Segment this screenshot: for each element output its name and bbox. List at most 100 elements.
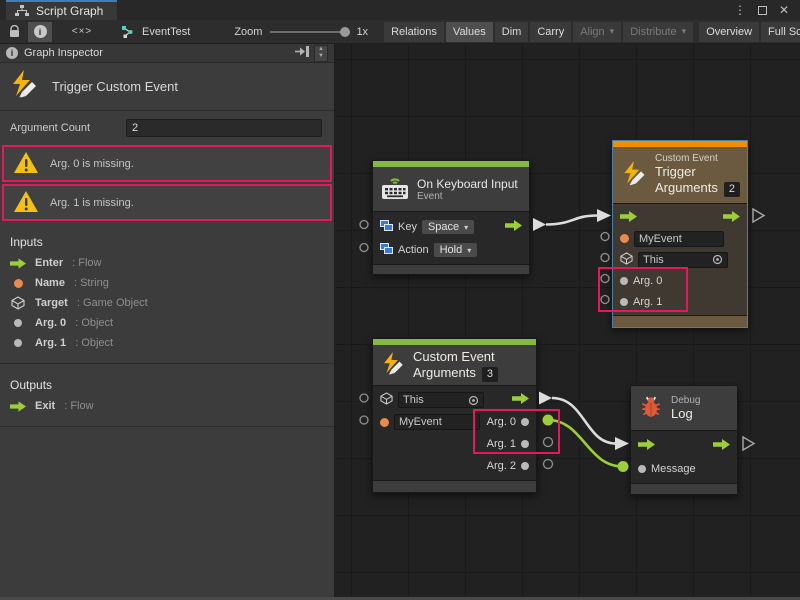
maximize-icon[interactable] (754, 2, 770, 18)
target-picker-icon[interactable] (468, 395, 479, 406)
gameobject-cube-icon (10, 296, 26, 310)
tab-label: Script Graph (36, 4, 103, 18)
warning-text: Arg. 0 is missing. (50, 158, 134, 170)
key-dropdown[interactable]: Space (422, 220, 474, 234)
graph-breadcrumb[interactable]: EventTest (120, 25, 190, 38)
message-input-port[interactable] (638, 465, 646, 473)
action-label: Action (398, 244, 429, 256)
trigger-output-port[interactable] (512, 393, 529, 407)
argument-count-input[interactable] (126, 119, 322, 137)
lock-icon[interactable] (2, 22, 26, 42)
graph-canvas[interactable]: On Keyboard Input Event Key Space (335, 44, 800, 597)
warning-triangle-icon (13, 190, 39, 216)
node-title: Log (671, 406, 700, 422)
graph-name-label: EventTest (142, 26, 190, 38)
window-menu-icon[interactable]: ⋮ (732, 2, 748, 18)
node-on-keyboard-input[interactable]: On Keyboard Input Event Key Space (372, 160, 530, 275)
kb-action-port[interactable] (360, 244, 368, 252)
flow-hint-triangle (753, 209, 764, 222)
event-name-field[interactable]: MyEvent (394, 414, 480, 430)
message-row: Message (631, 457, 737, 480)
string-port-icon[interactable] (620, 234, 629, 243)
key-row: Key Space (373, 215, 529, 238)
node-footer (613, 315, 747, 327)
trig-name-port[interactable] (601, 233, 609, 241)
zoom-slider-handle[interactable] (340, 27, 350, 37)
target-field[interactable]: This (398, 392, 484, 408)
gameobject-cube-icon[interactable] (380, 392, 393, 408)
target-row: This (373, 389, 536, 411)
warning-text: Arg. 1 is missing. (50, 197, 134, 209)
node-title: Trigger (655, 164, 740, 180)
dim-button[interactable]: Dim (495, 22, 529, 42)
lis-name-port[interactable] (360, 416, 368, 424)
wire-end-dot[interactable] (618, 461, 629, 472)
flow-wire-listener-to-debug[interactable] (552, 398, 616, 444)
node-category: Custom Event (655, 153, 740, 164)
code-preview-button[interactable]: <×> (70, 22, 94, 42)
values-button[interactable]: Values (446, 22, 493, 42)
target-picker-icon[interactable] (712, 254, 723, 265)
titlebar: Script Graph ⋮ ✕ (0, 0, 800, 20)
distribute-dropdown[interactable]: Distribute (623, 22, 693, 42)
graph-toolbar: i <×> EventTest Zoom 1x Relations Values… (0, 20, 800, 44)
carry-button[interactable]: Carry (530, 22, 571, 42)
inspector-spinner[interactable]: ▲▼ (314, 45, 328, 62)
window-controls: ⋮ ✕ (732, 0, 800, 20)
enter-input-port[interactable] (620, 211, 637, 225)
zoom-slider[interactable] (270, 31, 348, 33)
exit-output-port[interactable] (723, 211, 740, 225)
toolbar-left-group: i <×> (0, 22, 94, 42)
trigger-output-port[interactable] (505, 220, 522, 234)
wire-start-arrow (533, 218, 546, 231)
overview-button[interactable]: Overview (699, 22, 759, 42)
input-enter: EnterFlow (0, 253, 334, 273)
message-label: Message (651, 463, 696, 475)
lis-target-port[interactable] (360, 394, 368, 402)
wire-end-arrow (615, 437, 629, 450)
custom-event-bolt-pencil-icon (8, 69, 40, 104)
event-name-field[interactable]: MyEvent (634, 231, 724, 247)
arg2-output-port[interactable] (521, 462, 529, 470)
bug-icon (638, 394, 664, 423)
wire-end-arrow (597, 209, 611, 222)
arguments-count-badge: 3 (482, 367, 498, 382)
output-exit: ExitFlow (0, 396, 334, 416)
outputs-heading: Outputs (0, 364, 334, 396)
inspector-toggle-button[interactable]: i (28, 22, 52, 42)
gameobject-cube-icon[interactable] (620, 252, 633, 268)
unit-header: Trigger Custom Event (0, 63, 334, 111)
exit-output-port[interactable] (713, 439, 730, 453)
node-header: Custom Event Arguments3 (373, 345, 536, 385)
enter-input-port[interactable] (638, 439, 655, 453)
warning-arg0-missing: Arg. 0 is missing. (2, 145, 332, 182)
warning-triangle-icon (13, 151, 39, 177)
target-field[interactable]: This (638, 252, 728, 268)
flow-wire-keyboard-to-trigger[interactable] (546, 216, 597, 225)
action-dropdown[interactable]: Hold (434, 243, 478, 257)
relations-button[interactable]: Relations (384, 22, 444, 42)
dock-icon[interactable] (295, 46, 310, 60)
arg2-label: Arg. 2 (487, 460, 516, 472)
node-debug-log[interactable]: Debug Log Message (630, 385, 738, 495)
action-row: Action Hold (373, 238, 529, 261)
kb-key-port[interactable] (360, 221, 368, 229)
argument-count-label: Argument Count (10, 122, 126, 134)
lis-arg2-outer-port[interactable] (544, 460, 553, 469)
arg2-row: Arg. 2 (373, 455, 536, 477)
string-port-icon[interactable] (380, 418, 389, 427)
inputs-heading: Inputs (0, 221, 334, 253)
close-icon[interactable]: ✕ (776, 2, 792, 18)
align-dropdown[interactable]: Align (573, 22, 621, 42)
full-screen-button[interactable]: Full Screen (761, 22, 800, 42)
wire-start-arrow (539, 392, 552, 405)
toolbar-right-group: Relations Values Dim Carry Align Distrib… (382, 22, 800, 42)
zoom-level: 1x (356, 26, 368, 38)
zoom-label: Zoom (234, 26, 262, 38)
trig-target-port[interactable] (601, 254, 609, 262)
script-graph-window: Script Graph ⋮ ✕ i <×> EventTest (0, 0, 800, 600)
arguments-line: Arguments3 (413, 365, 498, 382)
tab-script-graph[interactable]: Script Graph (6, 0, 117, 20)
unit-title: Trigger Custom Event (52, 79, 178, 94)
custom-event-bolt-pencil-icon (380, 351, 406, 380)
